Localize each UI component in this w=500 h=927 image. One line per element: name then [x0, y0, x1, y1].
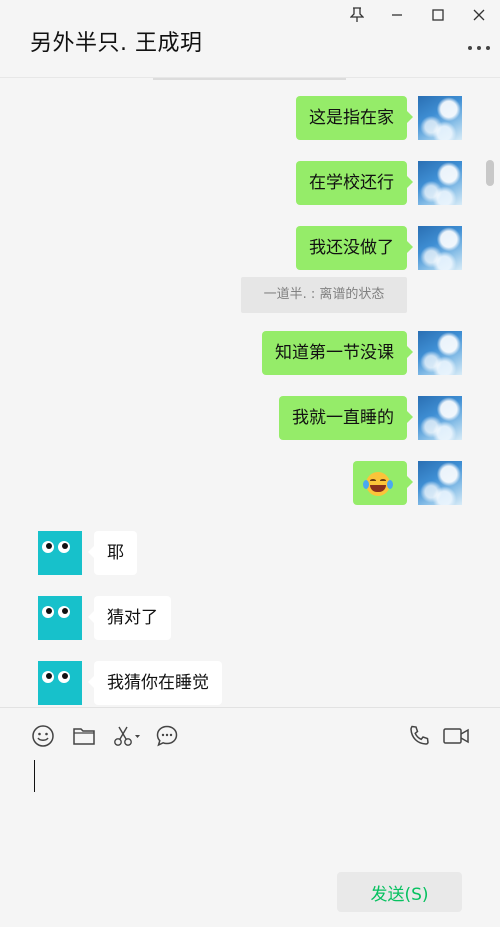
message-sent: 我就一直睡的: [0, 396, 500, 442]
chat-header: 另外半只. 王成玥: [0, 0, 500, 78]
message-bubble[interactable]: 我就一直睡的: [279, 396, 413, 440]
maximize-icon[interactable]: [425, 4, 451, 26]
avatar[interactable]: [38, 661, 82, 705]
message-bubble[interactable]: 猜对了: [88, 596, 171, 640]
emoji-icon[interactable]: [31, 724, 55, 748]
message-received: 猜对了: [0, 596, 500, 642]
previous-message-edge: [153, 78, 346, 80]
send-button[interactable]: 发送(S): [337, 872, 462, 912]
message-sent: 知道第一节没课: [0, 331, 500, 377]
message-bubble[interactable]: [353, 461, 413, 505]
tears-of-joy-emoji-icon: [363, 472, 393, 496]
avatar[interactable]: [418, 161, 462, 205]
avatar[interactable]: [418, 461, 462, 505]
message-bubble[interactable]: 这是指在家: [296, 96, 413, 140]
message-bubble[interactable]: 我还没做了: [296, 226, 413, 270]
close-icon[interactable]: [466, 4, 492, 26]
message-list[interactable]: 这是指在家 在学校还行 我还没做了 一道半. : 离谱的状态 知道第一节没课 我…: [0, 78, 500, 707]
message-sent: 在学校还行: [0, 161, 500, 207]
avatar[interactable]: [418, 396, 462, 440]
chat-title: 另外半只. 王成玥: [30, 31, 203, 56]
message-input[interactable]: [34, 760, 35, 792]
message-sent: 这是指在家: [0, 96, 500, 142]
message-received: 耶: [0, 531, 500, 577]
video-call-icon[interactable]: [442, 724, 470, 748]
message-bubble[interactable]: 知道第一节没课: [262, 331, 413, 375]
avatar[interactable]: [418, 96, 462, 140]
compose-area: 发送(S): [0, 707, 500, 927]
avatar[interactable]: [418, 226, 462, 270]
avatar[interactable]: [418, 331, 462, 375]
screenshot-scissors-icon[interactable]: [112, 724, 142, 748]
message-bubble[interactable]: 耶: [88, 531, 137, 575]
chat-history-icon[interactable]: [155, 724, 179, 748]
message-sent: 我还没做了: [0, 226, 500, 272]
message-sent: [0, 461, 500, 507]
message-received: 我猜你在睡觉: [0, 661, 500, 707]
system-notice: 一道半. : 离谱的状态: [241, 277, 407, 313]
voice-call-icon[interactable]: [407, 724, 431, 748]
message-bubble[interactable]: 我猜你在睡觉: [88, 661, 222, 705]
pin-icon[interactable]: [344, 4, 370, 26]
minimize-icon[interactable]: [384, 4, 410, 26]
more-options-icon[interactable]: [468, 40, 490, 56]
avatar[interactable]: [38, 596, 82, 640]
message-bubble[interactable]: 在学校还行: [296, 161, 413, 205]
folder-icon[interactable]: [72, 724, 96, 748]
avatar[interactable]: [38, 531, 82, 575]
